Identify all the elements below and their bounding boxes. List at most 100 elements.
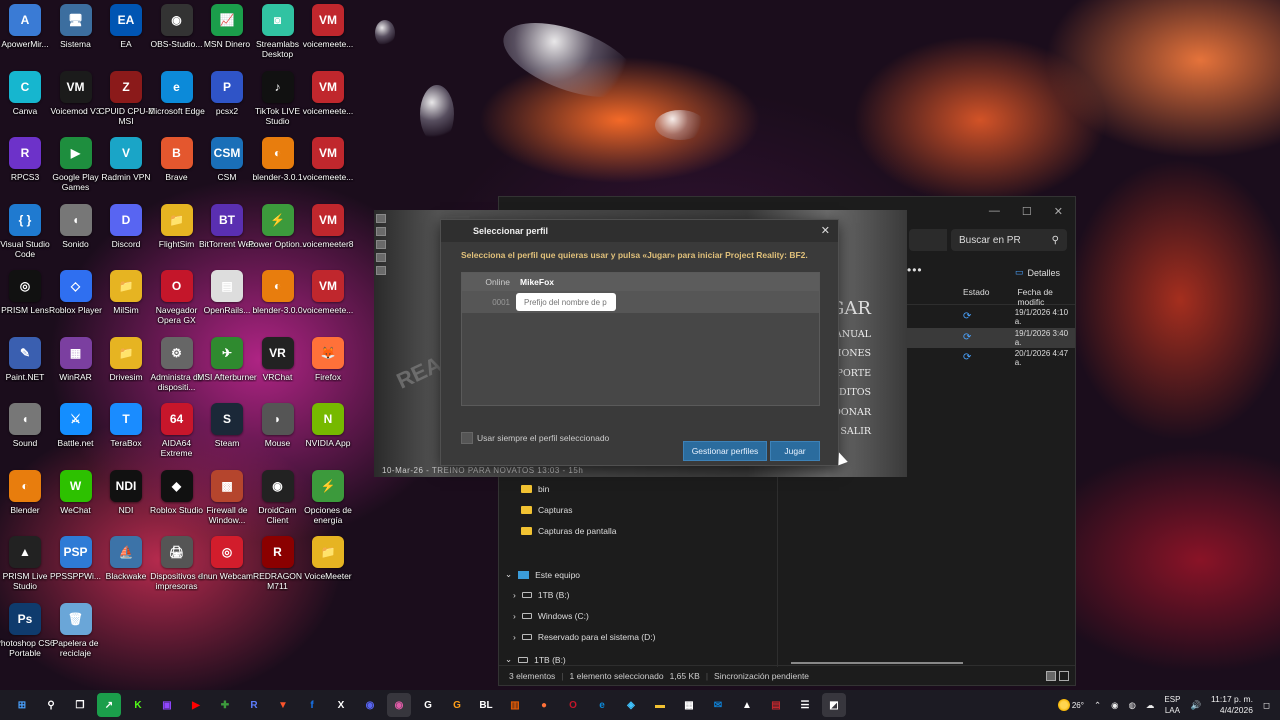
voicemeeter-icon[interactable]: ▤ xyxy=(764,693,788,717)
chart-app-icon[interactable]: ▥ xyxy=(503,693,527,717)
play-button[interactable]: Jugar xyxy=(770,441,820,461)
maximize-icon[interactable]: ☐ xyxy=(1022,205,1032,218)
address-bar[interactable] xyxy=(909,229,947,251)
desktop-icon[interactable]: ✈ MSI Afterburner xyxy=(197,336,257,403)
desktop-icon[interactable]: 📁 FlightSim xyxy=(148,203,206,270)
desktop-icon[interactable]: T TeraBox xyxy=(97,403,155,469)
new-profile-row[interactable]: 0001 xyxy=(462,291,819,313)
task-view-icon[interactable]: ❐ xyxy=(68,693,92,717)
desktop-icon[interactable]: S Steam xyxy=(198,403,256,469)
chevron-right-icon[interactable]: › xyxy=(513,632,516,642)
horizontal-scrollbar[interactable] xyxy=(791,662,963,664)
nav-folder-capturas-pantalla[interactable]: Capturas de pantalla xyxy=(521,526,616,536)
column-date[interactable]: Fecha de modific xyxy=(989,287,1075,307)
brave-icon[interactable]: ▼ xyxy=(271,693,295,717)
desktop-icon[interactable]: ◎ Inun Webcam xyxy=(198,536,256,602)
desktop-icon[interactable]: ▩ Firewall de Window... xyxy=(198,469,256,536)
start-icon[interactable]: ⊞ xyxy=(10,693,34,717)
discord-icon[interactable]: ◉ xyxy=(358,693,382,717)
edge-icon[interactable]: e xyxy=(590,693,614,717)
language-indicator[interactable]: ESP LAA xyxy=(1164,694,1180,716)
chevron-down-icon[interactable]: ⌄ xyxy=(505,569,512,580)
file-row[interactable]: ⟳ 20/1/2026 4:47 a. xyxy=(905,348,1075,368)
outlook-icon[interactable]: ✉ xyxy=(706,693,730,717)
desktop-icon[interactable]: ◉ DroidCam Client xyxy=(249,469,307,536)
desktop-icon[interactable]: Z CPUID CPU-Z MSI xyxy=(97,70,155,137)
desktop-icon[interactable]: ◖ Sonido xyxy=(47,203,105,270)
desktop-icon[interactable]: VM voicemeete... xyxy=(299,270,357,336)
desktop-icon[interactable]: 📁 Drivesim xyxy=(97,336,155,403)
youtube-icon[interactable]: ▶ xyxy=(184,693,208,717)
desktop-icon[interactable]: ⚙ Administra de dispositi... xyxy=(148,336,206,403)
nav-drive-b-2[interactable]: ⌄ 1TB (B:) xyxy=(505,654,566,665)
file-explorer-icon[interactable]: ▬ xyxy=(648,693,672,717)
desktop-icon[interactable]: R REDRAGON M711 xyxy=(249,536,307,602)
checkbox-box[interactable] xyxy=(461,432,473,444)
profile-name-prefix-input[interactable] xyxy=(516,293,616,311)
nav-drive-d[interactable]: › Reservado para el sistema (D:) xyxy=(513,632,655,642)
steam-tray-icon[interactable]: ◍ xyxy=(1129,700,1136,711)
profile-row-selected[interactable]: Online MikeFox xyxy=(462,273,819,291)
desktop-icon[interactable]: VR VRChat xyxy=(249,336,307,403)
notifications-icon[interactable]: ◻ xyxy=(1263,700,1270,711)
chevron-down-icon[interactable]: ⌄ xyxy=(505,654,512,665)
file-row-selected[interactable]: ⟳ 19/1/2026 3:40 a. xyxy=(905,328,1075,348)
desktop-icon[interactable]: 📁 VoiceMeeter xyxy=(299,536,357,602)
desktop-icon[interactable]: N NVIDIA App xyxy=(299,403,357,469)
facebook-icon[interactable]: f xyxy=(300,693,324,717)
always-use-profile-checkbox[interactable]: Usar siempre el perfil seleccionado xyxy=(461,432,609,444)
desktop-icon[interactable]: ▦ WinRAR xyxy=(47,336,105,403)
discord-alt-icon[interactable]: ◉ xyxy=(387,693,411,717)
desktop-icon[interactable]: CSM CSM xyxy=(198,137,256,203)
pr-launcher-icon[interactable]: ◩ xyxy=(822,693,846,717)
chevron-up-icon[interactable]: ⌃ xyxy=(1094,700,1101,711)
column-status[interactable]: Estado xyxy=(905,287,989,304)
desktop-icon[interactable]: 🖨 Dispositivos e impresoras xyxy=(148,536,206,602)
more-options-icon[interactable]: ••• xyxy=(907,263,923,277)
prism-icon[interactable]: ▲ xyxy=(735,693,759,717)
desktop-icon[interactable]: BT BitTorrent Web xyxy=(198,203,256,270)
profile-list[interactable]: Online MikeFox 0001 xyxy=(461,272,820,406)
desktop-icon[interactable]: EA EA xyxy=(97,4,155,70)
details-pane-button[interactable]: ▭ Detalles xyxy=(1015,267,1060,278)
desktop-icon[interactable]: V Radmin VPN xyxy=(97,137,155,203)
desktop-icon[interactable]: D Discord xyxy=(97,203,155,270)
desktop-icon[interactable]: ⛵ Blackwake xyxy=(97,536,155,602)
desktop-icon[interactable]: ◇ Roblox Player xyxy=(47,270,105,336)
bl-icon[interactable]: BL xyxy=(474,693,498,717)
store-icon[interactable]: ▦ xyxy=(677,693,701,717)
nav-folder-capturas[interactable]: Capturas xyxy=(521,505,573,515)
desktop-icon[interactable]: ◗ Mouse xyxy=(249,403,307,469)
desktop-icon[interactable]: ◙ Streamlabs Desktop xyxy=(249,4,307,70)
desktop-icon[interactable]: ◉ OBS-Studio... xyxy=(148,4,206,70)
nav-this-pc[interactable]: ⌄ Este equipo xyxy=(505,569,580,580)
desktop-icon[interactable]: ▤ OpenRails... xyxy=(198,270,256,336)
tool-icon[interactable] xyxy=(376,240,386,249)
twitch-icon[interactable]: ▣ xyxy=(155,693,179,717)
manage-profiles-button[interactable]: Gestionar perfiles xyxy=(683,441,767,461)
cloud-icon[interactable]: ☁ xyxy=(1146,700,1155,711)
nav-folder-bin[interactable]: bin xyxy=(521,484,549,494)
close-icon[interactable]: ✕ xyxy=(821,224,830,237)
search-input[interactable]: Buscar en PR ⚲ xyxy=(951,229,1067,251)
desktop-icon[interactable]: 📁 MilSim xyxy=(97,270,155,336)
desktop-icon[interactable]: ⚡ Power Option... xyxy=(248,203,307,270)
desktop-icon[interactable]: ▶ Google Play Games xyxy=(47,137,105,203)
g-app-icon[interactable]: G xyxy=(416,693,440,717)
volume-icon[interactable]: 🔊 xyxy=(1190,700,1201,711)
nav-drive-b[interactable]: › 1TB (B:) xyxy=(513,590,570,600)
desktop-icon[interactable]: 🖥 Sistema xyxy=(47,4,105,70)
gg-icon[interactable]: G xyxy=(445,693,469,717)
desktop-icon[interactable]: VM voicemeeter8 xyxy=(299,203,357,270)
x-icon[interactable]: X xyxy=(329,693,353,717)
pane-divider[interactable] xyxy=(777,457,778,667)
details-view-icon[interactable] xyxy=(1046,671,1056,681)
desktop-icon[interactable]: 🦊 Firefox xyxy=(299,336,357,403)
desktop-icon[interactable]: PSP PPSSPPWi... xyxy=(47,536,105,602)
desktop-icon[interactable]: VM Voicemod V3 xyxy=(47,70,105,137)
nav-drive-c[interactable]: › Windows (C:) xyxy=(513,611,589,621)
chevron-right-icon[interactable]: › xyxy=(513,590,516,600)
opera-icon[interactable]: O xyxy=(561,693,585,717)
search-icon[interactable]: ⚲ xyxy=(39,693,63,717)
r-app-icon[interactable]: R xyxy=(242,693,266,717)
